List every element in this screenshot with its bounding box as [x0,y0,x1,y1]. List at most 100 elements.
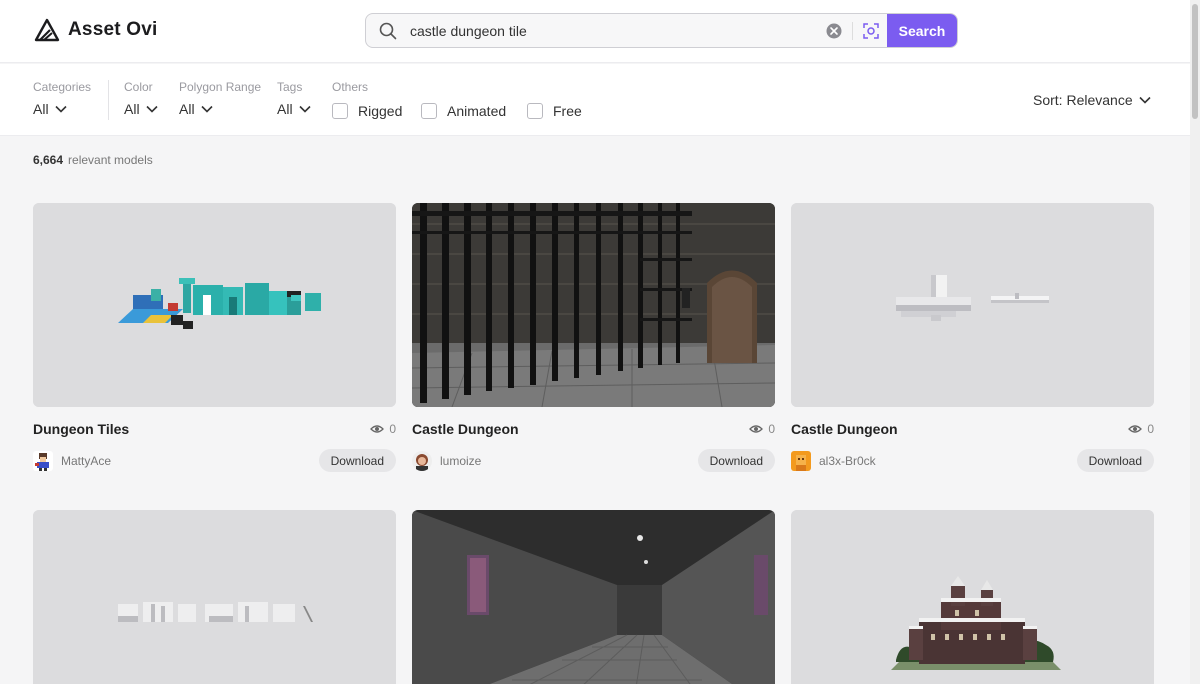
logo-text: Asset Ovi [68,19,158,40]
filter-value[interactable]: All [277,101,311,117]
model-thumbnail[interactable] [412,203,775,407]
filter-value[interactable]: All [124,101,158,117]
thumbnail-castle-dungeon-2 [791,203,1154,407]
author-name: al3x-Br0ck [819,453,876,468]
filter-label: Polygon Range [179,80,262,94]
eye-icon [1128,425,1143,433]
checkbox-free[interactable]: Free [527,103,582,119]
filter-polygon-range[interactable]: Polygon Range All [179,80,261,117]
filter-value-text: All [124,101,140,117]
filter-value-text: All [277,101,293,117]
checkbox-label: Animated [447,103,507,119]
filter-label: Categories [33,80,92,94]
model-thumbnail[interactable] [791,203,1154,407]
download-button[interactable]: Download [697,449,775,472]
chevron-down-icon [200,105,213,113]
filter-bar: Categories All Color All Polygon Range A… [0,64,1190,136]
model-card[interactable]: Dungeon Tiles 0 MattyAce Download [33,203,396,472]
results-count: 6,664 relevant models [33,153,153,167]
eye-icon [749,425,764,433]
checkbox-box[interactable] [421,103,437,119]
thumbnail-castle-dungeon [412,203,775,407]
model-thumbnail[interactable] [791,510,1154,684]
filter-value[interactable]: All [33,101,91,117]
filter-others: Others [332,80,368,94]
filter-color[interactable]: Color All [124,80,158,117]
search-divider [852,21,853,40]
filter-value-text: All [179,101,195,117]
checkbox-rigged[interactable]: Rigged [332,103,402,119]
filter-value[interactable]: All [179,101,261,117]
view-count: 0 [1128,422,1154,436]
search-icon [366,22,410,40]
card-title-row: Castle Dungeon 0 [791,421,1154,437]
filter-label: Color [124,80,153,94]
model-card[interactable] [412,510,775,684]
author-name: MattyAce [61,453,112,468]
avatar [33,450,53,471]
eye-icon [370,425,385,433]
thumbnail-castle [791,510,1154,684]
sort-dropdown[interactable]: Sort: Relevance [1033,92,1151,108]
model-card[interactable] [791,510,1154,684]
sort-label: Sort: Relevance [1033,92,1133,108]
chevron-down-icon [1139,96,1151,104]
view-count-number: 0 [768,422,775,436]
results-count-number: 6,664 [33,153,64,167]
model-title[interactable]: Dungeon Tiles [33,421,129,437]
search-input[interactable] [410,14,818,47]
model-card[interactable]: Castle Dungeon 0 al3x-Br0ck Download [791,203,1154,472]
author-name: lumoize [440,453,482,468]
model-title[interactable]: Castle Dungeon [412,421,519,437]
image-search-icon[interactable] [855,14,887,47]
avatar [791,450,811,471]
model-card[interactable]: Castle Dungeon 0 lumoize Download [412,203,775,472]
avatar [412,450,432,471]
view-count: 0 [370,422,396,436]
author[interactable]: MattyAce [33,450,112,471]
card-meta-row: MattyAce Download [33,449,396,472]
chevron-down-icon [298,105,311,113]
filter-categories[interactable]: Categories All [33,80,91,117]
chevron-down-icon [145,105,158,113]
model-thumbnail[interactable] [33,203,396,407]
filter-value-text: All [33,101,49,117]
model-title[interactable]: Castle Dungeon [791,421,898,437]
download-button[interactable]: Download [318,449,396,472]
chevron-down-icon [54,105,67,113]
thumbnail-wall-pieces [33,510,396,684]
filter-tags[interactable]: Tags All [277,80,311,117]
model-card[interactable] [33,510,396,684]
author[interactable]: al3x-Br0ck [791,450,876,471]
checkbox-label: Free [553,103,582,119]
logo-icon [34,18,60,42]
card-meta-row: lumoize Download [412,449,775,472]
scrollbar[interactable] [1190,0,1200,684]
view-count-number: 0 [1147,422,1154,436]
model-thumbnail[interactable] [412,510,775,684]
author[interactable]: lumoize [412,450,482,471]
card-meta-row: al3x-Br0ck Download [791,449,1154,472]
filter-separator [108,80,109,120]
view-count-number: 0 [389,422,396,436]
thumbnail-corridor [412,510,775,684]
card-title-row: Dungeon Tiles 0 [33,421,396,437]
search-button[interactable]: Search [887,14,957,47]
checkbox-label: Rigged [358,103,403,119]
logo[interactable]: Asset Ovi [34,18,157,42]
card-title-row: Castle Dungeon 0 [412,421,775,437]
download-button[interactable]: Download [1076,449,1154,472]
results-count-label: relevant models [68,153,153,167]
search-bar: Search [365,13,958,48]
scrollbar-thumb[interactable] [1192,4,1198,119]
checkbox-animated[interactable]: Animated [421,103,506,119]
checkbox-box[interactable] [527,103,543,119]
view-count: 0 [749,422,775,436]
filter-label: Others [332,80,369,94]
checkbox-box[interactable] [332,103,348,119]
clear-search-icon[interactable] [818,14,850,47]
model-thumbnail[interactable] [33,510,396,684]
thumbnail-dungeon-tiles [33,203,396,407]
filter-label: Tags [277,80,303,94]
header: Asset Ovi Search [0,0,1190,63]
